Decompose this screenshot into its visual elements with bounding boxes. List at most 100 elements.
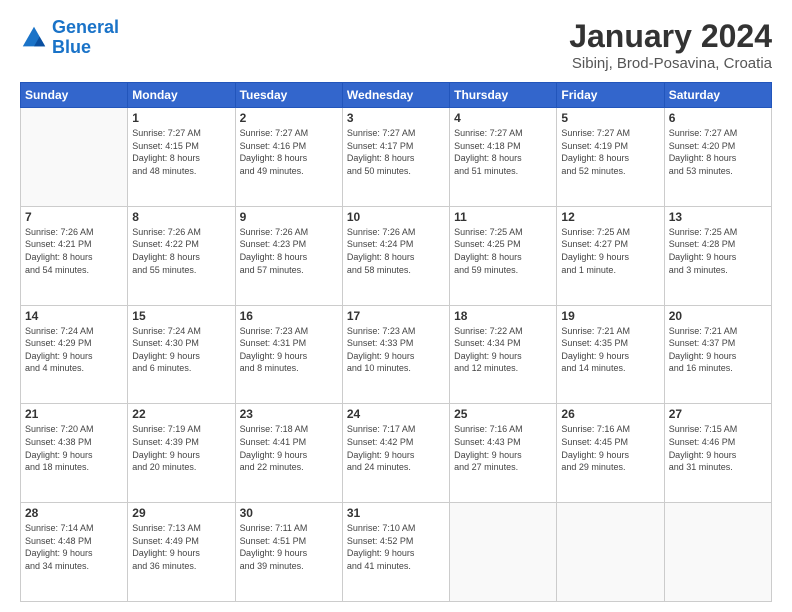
day-info: Sunrise: 7:25 AMSunset: 4:25 PMDaylight:… xyxy=(454,226,552,276)
calendar-day-cell: 12Sunrise: 7:25 AMSunset: 4:27 PMDayligh… xyxy=(557,206,664,305)
calendar-day-cell: 25 Sunrise: 7:16 AMSunset: 4:43 PMDayligh… xyxy=(450,404,557,503)
day-number: 14 xyxy=(25,309,123,323)
day-number: 27 xyxy=(669,407,767,421)
calendar-day-cell: 27 Sunrise: 7:15 AMSunset: 4:46 PMDayligh… xyxy=(664,404,771,503)
calendar-day-cell xyxy=(557,503,664,602)
calendar-day-cell: 18Sunrise: 7:22 AMSunset: 4:34 PMDayligh… xyxy=(450,305,557,404)
weekday-header: Monday xyxy=(128,83,235,108)
calendar-day-cell: 22 Sunrise: 7:19 AMSunset: 4:39 PMDayligh… xyxy=(128,404,235,503)
day-number: 20 xyxy=(669,309,767,323)
day-number: 2 xyxy=(240,111,338,125)
day-info: Sunrise: 7:26 AMSunset: 4:23 PMDaylight:… xyxy=(240,226,338,276)
day-info: Sunrise: 7:25 AMSunset: 4:27 PMDaylight:… xyxy=(561,226,659,276)
calendar-day-cell: 15 Sunrise: 7:24 AMSunset: 4:30 PMDayligh… xyxy=(128,305,235,404)
day-info: Sunrise: 7:27 AMSunset: 4:16 PMDaylight:… xyxy=(240,127,338,177)
day-number: 6 xyxy=(669,111,767,125)
calendar-week-row: 1Sunrise: 7:27 AMSunset: 4:15 PMDaylight… xyxy=(21,108,772,207)
day-info: Sunrise: 7:20 AMSunset: 4:38 PMDaylight:… xyxy=(25,423,123,473)
day-number: 23 xyxy=(240,407,338,421)
logo: General Blue xyxy=(20,18,119,58)
calendar-day-cell: 20Sunrise: 7:21 AMSunset: 4:37 PMDayligh… xyxy=(664,305,771,404)
calendar-day-cell xyxy=(450,503,557,602)
calendar-day-cell: 19 Sunrise: 7:21 AMSunset: 4:35 PMDayligh… xyxy=(557,305,664,404)
calendar-day-cell: 1Sunrise: 7:27 AMSunset: 4:15 PMDaylight… xyxy=(128,108,235,207)
day-info: Sunrise: 7:26 AMSunset: 4:24 PMDaylight:… xyxy=(347,226,445,276)
day-number: 8 xyxy=(132,210,230,224)
calendar-day-cell: 23 Sunrise: 7:18 AMSunset: 4:41 PMDayligh… xyxy=(235,404,342,503)
calendar-day-cell: 17 Sunrise: 7:23 AMSunset: 4:33 PMDayligh… xyxy=(342,305,449,404)
day-number: 5 xyxy=(561,111,659,125)
calendar-week-row: 14Sunrise: 7:24 AMSunset: 4:29 PMDayligh… xyxy=(21,305,772,404)
calendar-day-cell: 6 Sunrise: 7:27 AMSunset: 4:20 PMDaylight… xyxy=(664,108,771,207)
day-info: Sunrise: 7:16 AMSunset: 4:43 PMDaylight:… xyxy=(454,423,552,473)
day-number: 7 xyxy=(25,210,123,224)
day-number: 10 xyxy=(347,210,445,224)
day-number: 29 xyxy=(132,506,230,520)
calendar-day-cell: 2 Sunrise: 7:27 AMSunset: 4:16 PMDaylight… xyxy=(235,108,342,207)
day-number: 17 xyxy=(347,309,445,323)
calendar-table: SundayMondayTuesdayWednesdayThursdayFrid… xyxy=(20,82,772,602)
header: General Blue January 2024 Sibinj, Brod-P… xyxy=(20,18,772,72)
calendar-day-cell: 7 Sunrise: 7:26 AMSunset: 4:21 PMDaylight… xyxy=(21,206,128,305)
calendar-day-cell: 26Sunrise: 7:16 AMSunset: 4:45 PMDayligh… xyxy=(557,404,664,503)
page: General Blue January 2024 Sibinj, Brod-P… xyxy=(0,0,792,612)
calendar-day-cell: 30 Sunrise: 7:11 AMSunset: 4:51 PMDayligh… xyxy=(235,503,342,602)
day-number: 1 xyxy=(132,111,230,125)
day-number: 30 xyxy=(240,506,338,520)
calendar-week-row: 21 Sunrise: 7:20 AMSunset: 4:38 PMDayligh… xyxy=(21,404,772,503)
day-number: 19 xyxy=(561,309,659,323)
calendar-day-cell: 9Sunrise: 7:26 AMSunset: 4:23 PMDaylight… xyxy=(235,206,342,305)
day-number: 3 xyxy=(347,111,445,125)
subtitle: Sibinj, Brod-Posavina, Croatia xyxy=(569,55,772,72)
day-info: Sunrise: 7:10 AMSunset: 4:52 PMDaylight:… xyxy=(347,522,445,572)
day-info: Sunrise: 7:27 AMSunset: 4:17 PMDaylight:… xyxy=(347,127,445,177)
day-number: 13 xyxy=(669,210,767,224)
day-info: Sunrise: 7:25 AMSunset: 4:28 PMDaylight:… xyxy=(669,226,767,276)
calendar-day-cell: 10 Sunrise: 7:26 AMSunset: 4:24 PMDayligh… xyxy=(342,206,449,305)
day-info: Sunrise: 7:15 AMSunset: 4:46 PMDaylight:… xyxy=(669,423,767,473)
day-info: Sunrise: 7:16 AMSunset: 4:45 PMDaylight:… xyxy=(561,423,659,473)
calendar-day-cell: 3 Sunrise: 7:27 AMSunset: 4:17 PMDaylight… xyxy=(342,108,449,207)
calendar-day-cell: 31 Sunrise: 7:10 AMSunset: 4:52 PMDayligh… xyxy=(342,503,449,602)
day-info: Sunrise: 7:19 AMSunset: 4:39 PMDaylight:… xyxy=(132,423,230,473)
calendar-day-cell: 16 Sunrise: 7:23 AMSunset: 4:31 PMDayligh… xyxy=(235,305,342,404)
day-info: Sunrise: 7:13 AMSunset: 4:49 PMDaylight:… xyxy=(132,522,230,572)
calendar-day-cell: 28 Sunrise: 7:14 AMSunset: 4:48 PMDayligh… xyxy=(21,503,128,602)
logo-text: General Blue xyxy=(52,18,119,58)
main-title: January 2024 xyxy=(569,18,772,55)
day-info: Sunrise: 7:21 AMSunset: 4:35 PMDaylight:… xyxy=(561,325,659,375)
weekday-header: Saturday xyxy=(664,83,771,108)
day-number: 24 xyxy=(347,407,445,421)
calendar-day-cell: 4 Sunrise: 7:27 AMSunset: 4:18 PMDaylight… xyxy=(450,108,557,207)
day-info: Sunrise: 7:23 AMSunset: 4:33 PMDaylight:… xyxy=(347,325,445,375)
calendar-day-cell: 8 Sunrise: 7:26 AMSunset: 4:22 PMDaylight… xyxy=(128,206,235,305)
day-number: 11 xyxy=(454,210,552,224)
weekday-header: Wednesday xyxy=(342,83,449,108)
calendar-day-cell: 13 Sunrise: 7:25 AMSunset: 4:28 PMDayligh… xyxy=(664,206,771,305)
day-info: Sunrise: 7:26 AMSunset: 4:21 PMDaylight:… xyxy=(25,226,123,276)
weekday-header: Tuesday xyxy=(235,83,342,108)
day-number: 15 xyxy=(132,309,230,323)
day-info: Sunrise: 7:27 AMSunset: 4:18 PMDaylight:… xyxy=(454,127,552,177)
day-number: 25 xyxy=(454,407,552,421)
day-info: Sunrise: 7:14 AMSunset: 4:48 PMDaylight:… xyxy=(25,522,123,572)
day-info: Sunrise: 7:26 AMSunset: 4:22 PMDaylight:… xyxy=(132,226,230,276)
day-number: 4 xyxy=(454,111,552,125)
day-number: 28 xyxy=(25,506,123,520)
weekday-header: Thursday xyxy=(450,83,557,108)
day-info: Sunrise: 7:18 AMSunset: 4:41 PMDaylight:… xyxy=(240,423,338,473)
day-info: Sunrise: 7:27 AMSunset: 4:20 PMDaylight:… xyxy=(669,127,767,177)
day-info: Sunrise: 7:27 AMSunset: 4:19 PMDaylight:… xyxy=(561,127,659,177)
day-info: Sunrise: 7:17 AMSunset: 4:42 PMDaylight:… xyxy=(347,423,445,473)
day-info: Sunrise: 7:11 AMSunset: 4:51 PMDaylight:… xyxy=(240,522,338,572)
day-number: 16 xyxy=(240,309,338,323)
day-number: 21 xyxy=(25,407,123,421)
day-info: Sunrise: 7:24 AMSunset: 4:30 PMDaylight:… xyxy=(132,325,230,375)
weekday-header: Friday xyxy=(557,83,664,108)
logo-blue: Blue xyxy=(52,37,91,57)
day-number: 31 xyxy=(347,506,445,520)
day-number: 18 xyxy=(454,309,552,323)
title-block: January 2024 Sibinj, Brod-Posavina, Croa… xyxy=(569,18,772,72)
day-info: Sunrise: 7:23 AMSunset: 4:31 PMDaylight:… xyxy=(240,325,338,375)
day-number: 22 xyxy=(132,407,230,421)
